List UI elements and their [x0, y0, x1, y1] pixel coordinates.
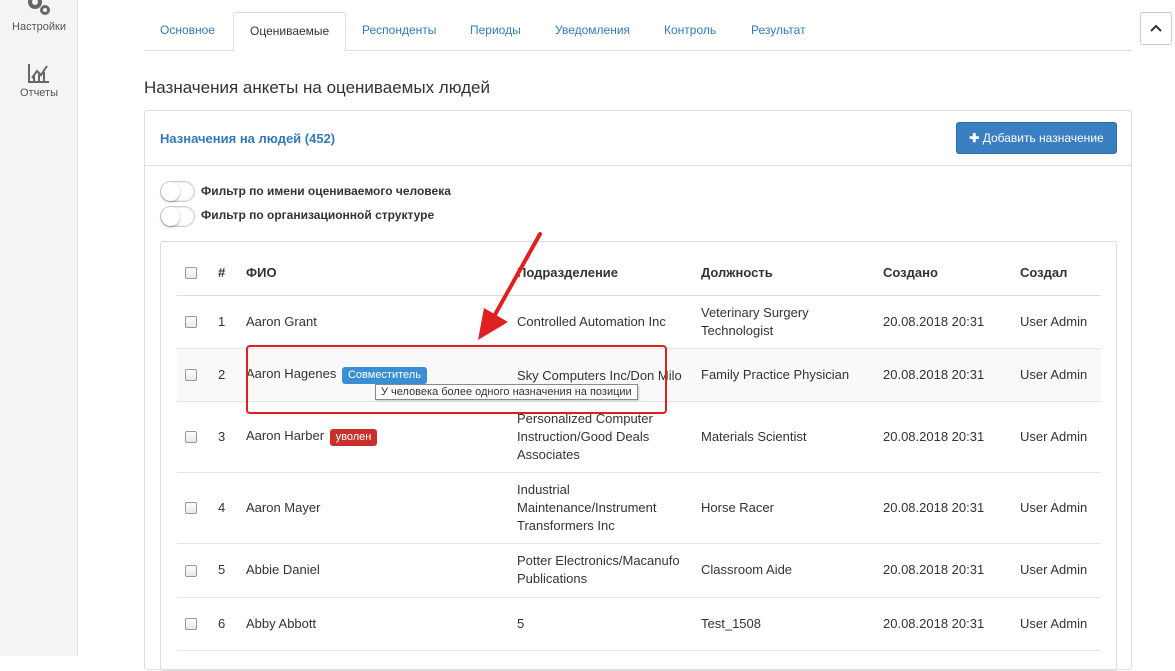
row-author: User Admin: [1020, 295, 1101, 349]
row-position: Veterinary Surgery Technologist: [701, 295, 883, 349]
panel-title: Назначения на людей (452): [160, 131, 336, 146]
row-checkbox[interactable]: [185, 502, 197, 515]
add-assignment-label: Добавить назначение: [982, 131, 1104, 145]
filter-name-label: Фильтр по имени оцениваемого человека: [201, 184, 451, 198]
plus-icon: ✚: [969, 131, 980, 145]
row-position: Classroom Aide: [701, 543, 883, 598]
row-created: 20.08.2018 20:31: [883, 295, 1020, 349]
tab-evaluated[interactable]: Оцениваемые: [233, 12, 347, 52]
select-all-checkbox[interactable]: [185, 267, 197, 280]
row-created: 20.08.2018 20:31: [883, 472, 1020, 544]
sidebar-item-settings[interactable]: Настройки: [0, 0, 78, 33]
select-all-cell: [177, 250, 218, 296]
col-created[interactable]: Создано: [883, 250, 1020, 296]
tab-result[interactable]: Результат: [735, 12, 822, 51]
annotation-arrow-icon: [478, 232, 542, 340]
assignments-table-container: # ФИО Подразделение Должность Создано Со…: [160, 241, 1117, 671]
filter-name-toggle[interactable]: [160, 181, 195, 202]
sidebar: Настройки Отчеты: [0, 0, 78, 656]
row-author: User Admin: [1020, 401, 1101, 473]
row-number: 6: [218, 597, 246, 651]
row-author: User Admin: [1020, 543, 1101, 598]
row-author: User Admin: [1020, 472, 1101, 544]
row-name[interactable]: Aaron Harber: [246, 428, 324, 443]
row-department: 5: [517, 597, 701, 651]
row-select-cell: [177, 348, 218, 402]
col-position[interactable]: Должность: [701, 250, 883, 296]
table-row[interactable]: 5 Abbie Daniel Potter Electronics/Macanu…: [177, 543, 1101, 598]
row-checkbox[interactable]: [185, 618, 197, 631]
row-position: Test_1508: [701, 597, 883, 651]
part-timer-tooltip: У человека более одного назначения на по…: [375, 384, 638, 400]
row-select-cell: [177, 543, 218, 598]
row-checkbox[interactable]: [185, 564, 197, 577]
table-row[interactable]: 1 Aaron Grant Controlled Automation Inc …: [177, 295, 1101, 349]
row-checkbox[interactable]: [185, 369, 197, 382]
row-select-cell: [177, 401, 218, 473]
table-row[interactable]: 4 Aaron Mayer Industrial Maintenance/Ins…: [177, 472, 1101, 544]
row-position: Family Practice Physician: [701, 348, 883, 402]
row-name[interactable]: Abbie Daniel: [246, 562, 320, 577]
dismissed-badge: уволен: [329, 428, 378, 446]
row-number: 1: [218, 295, 246, 349]
tab-bar: Основное Оцениваемые Респонденты Периоды…: [144, 12, 1132, 52]
row-checkbox[interactable]: [185, 431, 197, 444]
row-name[interactable]: Aaron Grant: [246, 314, 317, 329]
tab-respondents[interactable]: Респонденты: [346, 12, 452, 51]
filter-structure-toggle[interactable]: [160, 206, 195, 227]
col-author[interactable]: Создал: [1020, 250, 1101, 296]
row-name-cell: Abbie Daniel: [246, 543, 517, 598]
page-title: Назначения анкеты на оцениваемых людей: [144, 78, 490, 97]
sidebar-item-reports[interactable]: Отчеты: [0, 62, 78, 99]
row-created: 20.08.2018 20:31: [883, 597, 1020, 651]
chevron-up-icon: [1150, 24, 1162, 32]
row-number: 2: [218, 348, 246, 402]
tab-periods[interactable]: Периоды: [454, 12, 537, 51]
row-select-cell: [177, 295, 218, 349]
row-department: Potter Electronics/Macanufo Publications: [517, 543, 701, 598]
add-assignment-button[interactable]: ✚ Добавить назначение: [956, 122, 1117, 154]
row-author: User Admin: [1020, 348, 1101, 402]
filter-structure-label: Фильтр по организационной структуре: [201, 208, 435, 222]
tab-control[interactable]: Контроль: [648, 12, 732, 51]
row-number: 3: [218, 401, 246, 473]
row-created: 20.08.2018 20:31: [883, 543, 1020, 598]
col-number[interactable]: #: [218, 250, 246, 296]
scroll-top-button[interactable]: [1140, 12, 1172, 45]
row-created: 20.08.2018 20:31: [883, 401, 1020, 473]
row-number: 4: [218, 472, 246, 544]
panel-header: Назначения на людей (452) ✚ Добавить наз…: [145, 111, 1131, 166]
row-position: Horse Racer: [701, 472, 883, 544]
sidebar-item-label: Настройки: [12, 21, 66, 33]
row-name-cell: Aaron Mayer: [246, 472, 517, 544]
chart-icon: [28, 64, 49, 83]
annotation-highlight-box: [246, 345, 667, 414]
sidebar-item-label: Отчеты: [19, 87, 59, 99]
assignments-table: # ФИО Подразделение Должность Создано Со…: [177, 250, 1101, 651]
row-select-cell: [177, 597, 218, 651]
tab-notifications[interactable]: Уведомления: [539, 12, 646, 51]
row-author: User Admin: [1020, 597, 1101, 651]
row-name[interactable]: Abby Abbott: [246, 616, 316, 631]
tab-main[interactable]: Основное: [144, 12, 231, 51]
row-name[interactable]: Aaron Mayer: [246, 500, 320, 515]
gears-icon: [28, 0, 50, 15]
row-select-cell: [177, 472, 218, 544]
row-position: Materials Scientist: [701, 401, 883, 473]
row-name-cell: Abby Abbott: [246, 597, 517, 651]
row-checkbox[interactable]: [185, 316, 197, 329]
row-created: 20.08.2018 20:31: [883, 348, 1020, 402]
table-row[interactable]: 6 Abby Abbott 5 Test_1508 20.08.2018 20:…: [177, 597, 1101, 651]
row-department: Industrial Maintenance/Instrument Transf…: [517, 472, 701, 544]
row-number: 5: [218, 543, 246, 598]
table-header-row: # ФИО Подразделение Должность Создано Со…: [177, 250, 1101, 296]
